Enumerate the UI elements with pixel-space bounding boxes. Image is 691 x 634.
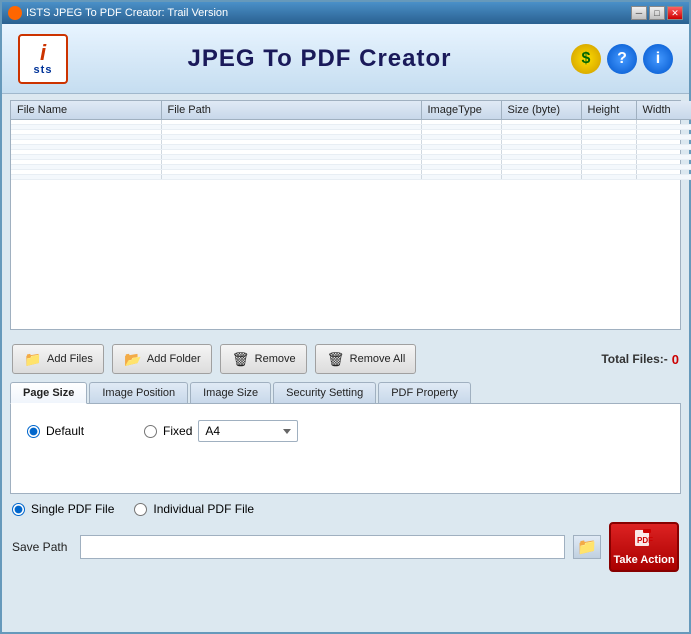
remove-label: Remove [255,353,296,365]
individual-pdf-radio[interactable] [134,503,147,516]
total-files-count: 0 [672,352,679,367]
take-action-area: PDF Take Action [609,522,679,572]
tab-content-page-size: Default Fixed A4 A3 Letter Legal [10,404,681,494]
take-action-label: Take Action [613,554,674,566]
table-row [11,175,691,180]
single-pdf-radio[interactable] [12,503,25,516]
col-header-width: Width [636,101,691,120]
total-files-area: Total Files:- 0 [601,352,679,367]
window-controls: ─ □ ✕ [631,6,683,20]
logo-i: i [40,42,46,64]
col-header-filename: File Name [11,101,161,120]
paper-size-select[interactable]: A4 A3 Letter Legal [198,420,298,442]
fixed-radio-item: Fixed A4 A3 Letter Legal [144,420,298,442]
restore-button[interactable]: □ [649,6,665,20]
info-icon-button[interactable]: i [643,44,673,74]
help-icon-button[interactable]: ? [607,44,637,74]
logo-area: i sts [18,34,68,84]
tab-bar: Page Size Image Position Image Size Secu… [10,382,681,404]
remove-all-button[interactable]: 🗑 Remove All [315,344,417,374]
minimize-button[interactable]: ─ [631,6,647,20]
app-title: JPEG To PDF Creator [188,45,452,73]
svg-text:PDF: PDF [637,536,653,545]
title-bar-left: ISTS JPEG To PDF Creator: Trail Version [8,6,228,20]
output-type-row: Single PDF File Individual PDF File [12,502,679,516]
app-header: i sts JPEG To PDF Creator $ ? i [2,24,689,94]
add-folder-button[interactable]: 📂 Add Folder [112,344,212,374]
add-folder-icon: 📂 [123,349,143,369]
add-files-label: Add Files [47,353,93,365]
bottom-area: Single PDF File Individual PDF File Save… [2,494,689,580]
default-radio[interactable] [27,425,40,438]
remove-all-icon: 🗑 [326,349,346,369]
default-radio-label: Default [46,424,84,438]
dollar-icon-button[interactable]: $ [571,44,601,74]
remove-icon: 🗑 [231,349,251,369]
file-table-container: File Name File Path ImageType Size (byte… [10,100,681,330]
save-path-label: Save Path [12,540,72,554]
take-action-icon: PDF [633,529,655,552]
col-header-filepath: File Path [161,101,421,120]
fixed-radio[interactable] [144,425,157,438]
col-header-size: Size (byte) [501,101,581,120]
individual-pdf-radio-item: Individual PDF File [134,502,254,516]
take-action-button[interactable]: PDF Take Action [609,522,679,572]
save-row: Save Path 📁 PDF Take Action [12,522,679,572]
tab-image-position[interactable]: Image Position [89,382,188,403]
tab-pdf-property[interactable]: PDF Property [378,382,471,403]
save-path-input[interactable] [80,535,565,559]
col-header-height: Height [581,101,636,120]
add-files-icon: 📁 [23,349,43,369]
file-table: File Name File Path ImageType Size (byte… [11,101,691,180]
title-bar: ISTS JPEG To PDF Creator: Trail Version … [2,2,689,24]
toolbar: 📁 Add Files 📂 Add Folder 🗑 Remove 🗑 Remo… [2,336,689,382]
single-pdf-label: Single PDF File [31,502,114,516]
tabs-container: Page Size Image Position Image Size Secu… [2,382,689,494]
fixed-radio-label: Fixed [163,424,192,438]
remove-all-label: Remove All [350,353,406,365]
individual-pdf-label: Individual PDF File [153,502,254,516]
browse-icon: 📁 [577,537,597,557]
logo-sts: sts [34,64,53,76]
close-button[interactable]: ✕ [667,6,683,20]
tab-security-setting[interactable]: Security Setting [273,382,376,403]
tab-page-size[interactable]: Page Size [10,382,87,404]
single-pdf-radio-item: Single PDF File [12,502,114,516]
default-radio-item: Default [27,424,84,438]
remove-button[interactable]: 🗑 Remove [220,344,307,374]
add-files-button[interactable]: 📁 Add Files [12,344,104,374]
main-window: ISTS JPEG To PDF Creator: Trail Version … [0,0,691,634]
page-size-radio-row: Default Fixed A4 A3 Letter Legal [27,420,664,442]
tab-image-size[interactable]: Image Size [190,382,271,403]
app-icon [8,6,22,20]
add-folder-label: Add Folder [147,353,201,365]
total-files-label: Total Files:- [601,352,667,366]
window-title: ISTS JPEG To PDF Creator: Trail Version [26,7,228,19]
browse-button[interactable]: 📁 [573,535,601,559]
logo-box: i sts [18,34,68,84]
col-header-imagetype: ImageType [421,101,501,120]
header-icons: $ ? i [571,44,673,74]
